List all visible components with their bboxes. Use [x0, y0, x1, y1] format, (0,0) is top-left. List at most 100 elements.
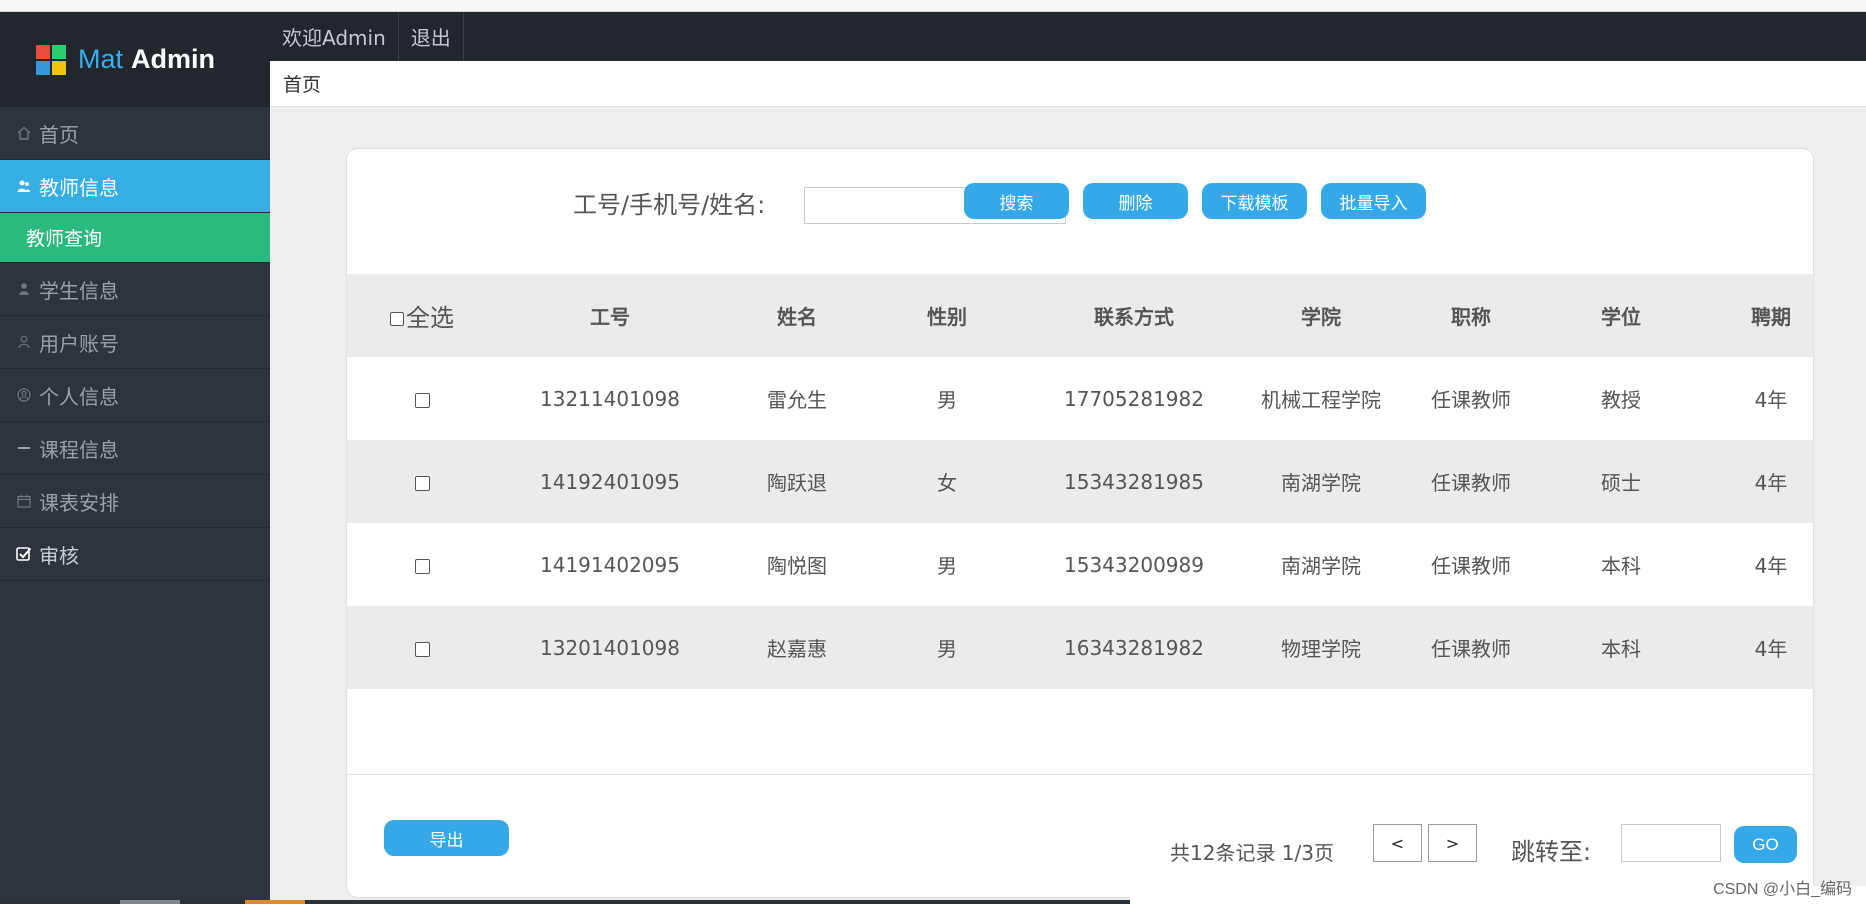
sidebar-nav: 首页 教师信息 教师查询 学生信息 用户账号 个人信息 课程信息 课表安排 审核: [0, 107, 270, 581]
sidebar-item-label: 个人信息: [39, 384, 119, 409]
table-row: 14191402095 陶悦图 男 15343200989 南湖学院 任课教师 …: [347, 523, 1813, 606]
sidebar-item-student-info[interactable]: 学生信息: [0, 263, 270, 316]
browser-toolbar-strip: [0, 0, 1866, 12]
sidebar-item-review[interactable]: 审核: [0, 528, 270, 581]
sidebar-item-course-info[interactable]: 课程信息: [0, 422, 270, 475]
top-header: 欢迎Admin 退出: [270, 12, 1866, 61]
cell-degree: 教授: [1601, 388, 1641, 412]
logo-text-admin: Admin: [131, 44, 216, 74]
teacher-query-panel: 工号/手机号/姓名: 搜索 删除 下载模板 批量导入 全选 工号 姓名 性别 联…: [346, 148, 1814, 898]
cell-name: 雷允生: [767, 388, 827, 412]
cell-term: 4年: [1754, 388, 1788, 412]
select-all-label: 全选: [406, 304, 454, 332]
cell-id: 14191402095: [540, 552, 680, 577]
table-header-row: 全选 工号 姓名 性别 联系方式 学院 职称 学位 聘期: [347, 274, 1813, 357]
sidebar-subitem-teacher-query[interactable]: 教师查询: [0, 213, 270, 263]
cell-contact: 15343200989: [1064, 552, 1204, 577]
export-button[interactable]: 导出: [384, 820, 509, 856]
select-all-header[interactable]: 全选: [347, 298, 497, 333]
sidebar-item-label: 教师信息: [39, 175, 119, 200]
welcome-user-link[interactable]: 欢迎Admin: [270, 12, 399, 61]
user-icon: [16, 281, 32, 297]
sidebar: Mat Admin 首页 教师信息 教师查询 学生信息 用户账号 个人信息 课程…: [0, 12, 270, 904]
cell-name: 赵嘉惠: [767, 637, 827, 661]
next-page-button[interactable]: >: [1428, 824, 1477, 862]
cell-term: 4年: [1754, 554, 1788, 578]
user-circle-icon: [16, 387, 32, 403]
table-row: 13211401098 雷允生 男 17705281982 机械工程学院 任课教…: [347, 357, 1813, 440]
cell-title: 任课教师: [1431, 554, 1511, 578]
column-header-college: 学院: [1301, 305, 1341, 329]
sidebar-item-personal-info[interactable]: 个人信息: [0, 369, 270, 422]
cell-contact: 17705281982: [1064, 386, 1204, 411]
column-header-gender: 性别: [927, 305, 967, 329]
cell-college: 南湖学院: [1281, 471, 1361, 495]
cell-degree: 本科: [1601, 554, 1641, 578]
row-checkbox[interactable]: [414, 392, 430, 408]
cell-degree: 硕士: [1601, 471, 1641, 495]
cell-gender: 男: [937, 388, 957, 412]
column-header-id: 工号: [590, 305, 630, 329]
taskbar-tab[interactable]: [245, 900, 305, 904]
row-checkbox[interactable]: [414, 475, 430, 491]
search-button[interactable]: 搜索: [964, 183, 1069, 219]
cell-id: 14192401095: [540, 469, 680, 494]
sidebar-subitem-label: 教师查询: [26, 228, 103, 250]
cell-term: 4年: [1754, 637, 1788, 661]
sidebar-item-label: 首页: [39, 122, 79, 147]
cell-degree: 本科: [1601, 637, 1641, 661]
prev-page-button[interactable]: <: [1373, 824, 1422, 862]
cell-name: 陶悦图: [767, 554, 827, 578]
cell-title: 任课教师: [1431, 388, 1511, 412]
sidebar-item-label: 课程信息: [39, 437, 119, 462]
minus-icon: [16, 440, 32, 456]
row-checkbox[interactable]: [414, 558, 430, 574]
cell-gender: 男: [937, 637, 957, 661]
teacher-table: 全选 工号 姓名 性别 联系方式 学院 职称 学位 聘期 13211401098…: [347, 274, 1813, 689]
table-row: 14192401095 陶跃退 女 15343281985 南湖学院 任课教师 …: [347, 440, 1813, 523]
cell-contact: 15343281985: [1064, 469, 1204, 494]
download-template-button[interactable]: 下载模板: [1202, 183, 1307, 219]
cell-title: 任课教师: [1431, 637, 1511, 661]
sidebar-item-home[interactable]: 首页: [0, 107, 270, 160]
sidebar-item-schedule[interactable]: 课表安排: [0, 475, 270, 528]
footer-divider: [347, 774, 1813, 775]
cell-college: 南湖学院: [1281, 554, 1361, 578]
row-checkbox[interactable]: [414, 641, 430, 657]
users-icon: [16, 178, 32, 194]
cell-college: 机械工程学院: [1261, 388, 1381, 412]
breadcrumb: 首页: [270, 61, 1866, 107]
cell-name: 陶跃退: [767, 471, 827, 495]
home-icon: [16, 125, 32, 141]
app-logo: Mat Admin: [0, 12, 270, 107]
delete-button[interactable]: 删除: [1083, 183, 1188, 219]
cell-contact: 16343281982: [1064, 635, 1204, 660]
logout-link[interactable]: 退出: [399, 12, 464, 61]
jump-to-label: 跳转至:: [1511, 838, 1592, 866]
cell-college: 物理学院: [1281, 637, 1361, 661]
taskbar-tab[interactable]: [120, 900, 180, 904]
sidebar-item-user-account[interactable]: 用户账号: [0, 316, 270, 369]
cell-gender: 男: [937, 554, 957, 578]
sidebar-item-label: 学生信息: [39, 278, 119, 303]
search-bar: 工号/手机号/姓名: 搜索 删除 下载模板 批量导入: [347, 149, 1813, 274]
logo-mark-icon: [36, 44, 66, 75]
sidebar-item-teacher-info[interactable]: 教师信息: [0, 160, 270, 213]
sidebar-item-label: 审核: [39, 543, 79, 568]
search-label: 工号/手机号/姓名:: [573, 191, 766, 219]
column-header-contact: 联系方式: [1094, 305, 1174, 329]
jump-page-input[interactable]: [1621, 824, 1721, 862]
cell-title: 任课教师: [1431, 471, 1511, 495]
user-outline-icon: [16, 334, 32, 350]
check-square-icon: [16, 546, 32, 562]
logo-text-mat: Mat: [78, 44, 124, 74]
column-header-title: 职称: [1451, 305, 1491, 329]
select-all-checkbox[interactable]: [390, 311, 404, 326]
cell-id: 13201401098: [540, 635, 680, 660]
go-button[interactable]: GO: [1734, 826, 1797, 863]
pagination-info: 共12条记录 1/3页: [1170, 841, 1334, 865]
logo-text: Mat Admin: [78, 44, 215, 75]
breadcrumb-home-link[interactable]: 首页: [283, 70, 321, 97]
column-header-name: 姓名: [777, 305, 817, 329]
batch-import-button[interactable]: 批量导入: [1321, 183, 1426, 219]
